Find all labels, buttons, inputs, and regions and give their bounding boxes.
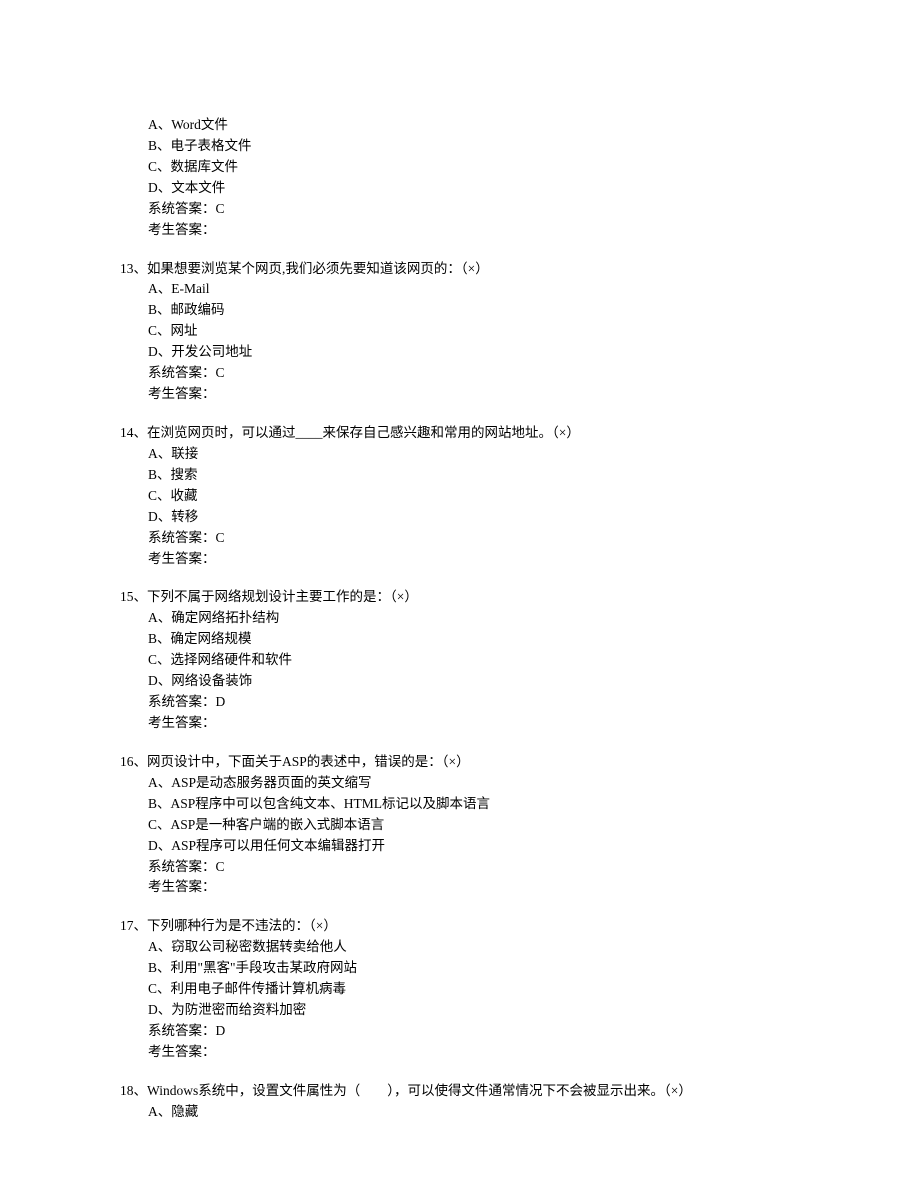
examinee-answer: 考生答案： (120, 384, 830, 405)
question-16: 16、网页设计中，下面关于ASP的表述中，错误的是：（×） A、ASP是动态服务… (120, 752, 830, 898)
question-13: 13、如果想要浏览某个网页,我们必须先要知道该网页的：（×） A、E-Mail … (120, 259, 830, 405)
question-stem: 13、如果想要浏览某个网页,我们必须先要知道该网页的：（×） (120, 259, 830, 280)
system-answer: 系统答案：D (120, 1021, 830, 1042)
option-a: A、窃取公司秘密数据转卖给他人 (120, 937, 830, 958)
option-a: A、E-Mail (120, 279, 830, 300)
examinee-answer: 考生答案： (120, 877, 830, 898)
system-answer: 系统答案：C (120, 528, 830, 549)
option-d: D、转移 (120, 507, 830, 528)
question-stem: 17、下列哪种行为是不违法的：（×） (120, 916, 830, 937)
option-c: C、数据库文件 (148, 157, 830, 178)
option-d: D、ASP程序可以用任何文本编辑器打开 (120, 836, 830, 857)
option-b: B、ASP程序中可以包含纯文本、HTML标记以及脚本语言 (120, 794, 830, 815)
question-stem: 14、在浏览网页时，可以通过____来保存自己感兴趣和常用的网站地址。（×） (120, 423, 830, 444)
option-a: A、Word文件 (148, 115, 830, 136)
question-14: 14、在浏览网页时，可以通过____来保存自己感兴趣和常用的网站地址。（×） A… (120, 423, 830, 569)
option-d: D、网络设备装饰 (120, 671, 830, 692)
option-d: D、文本文件 (148, 178, 830, 199)
option-b: B、利用"黑客"手段攻击某政府网站 (120, 958, 830, 979)
examinee-answer: 考生答案： (120, 713, 830, 734)
option-c: C、ASP是一种客户端的嵌入式脚本语言 (120, 815, 830, 836)
option-b: B、电子表格文件 (148, 136, 830, 157)
examinee-answer: 考生答案： (148, 220, 830, 241)
question-18: 18、Windows系统中，设置文件属性为（ ），可以使得文件通常情况下不会被显… (120, 1081, 830, 1123)
question-stem: 15、下列不属于网络规划设计主要工作的是：（×） (120, 587, 830, 608)
option-c: C、收藏 (120, 486, 830, 507)
examinee-answer: 考生答案： (120, 1042, 830, 1063)
question-15: 15、下列不属于网络规划设计主要工作的是：（×） A、确定网络拓扑结构 B、确定… (120, 587, 830, 733)
option-b: B、邮政编码 (120, 300, 830, 321)
option-d: D、为防泄密而给资料加密 (120, 1000, 830, 1021)
examinee-answer: 考生答案： (120, 549, 830, 570)
previous-question-tail: A、Word文件 B、电子表格文件 C、数据库文件 D、文本文件 系统答案：C … (120, 115, 830, 241)
option-a: A、ASP是动态服务器页面的英文缩写 (120, 773, 830, 794)
option-a: A、确定网络拓扑结构 (120, 608, 830, 629)
system-answer: 系统答案：C (120, 363, 830, 384)
option-a: A、隐藏 (120, 1102, 830, 1123)
option-c: C、网址 (120, 321, 830, 342)
question-17: 17、下列哪种行为是不违法的：（×） A、窃取公司秘密数据转卖给他人 B、利用"… (120, 916, 830, 1062)
system-answer: 系统答案：D (120, 692, 830, 713)
system-answer: 系统答案：C (120, 857, 830, 878)
system-answer: 系统答案：C (148, 199, 830, 220)
option-c: C、选择网络硬件和软件 (120, 650, 830, 671)
option-d: D、开发公司地址 (120, 342, 830, 363)
option-b: B、确定网络规模 (120, 629, 830, 650)
question-stem: 18、Windows系统中，设置文件属性为（ ），可以使得文件通常情况下不会被显… (120, 1081, 830, 1102)
option-a: A、联接 (120, 444, 830, 465)
option-b: B、搜索 (120, 465, 830, 486)
question-stem: 16、网页设计中，下面关于ASP的表述中，错误的是：（×） (120, 752, 830, 773)
option-c: C、利用电子邮件传播计算机病毒 (120, 979, 830, 1000)
